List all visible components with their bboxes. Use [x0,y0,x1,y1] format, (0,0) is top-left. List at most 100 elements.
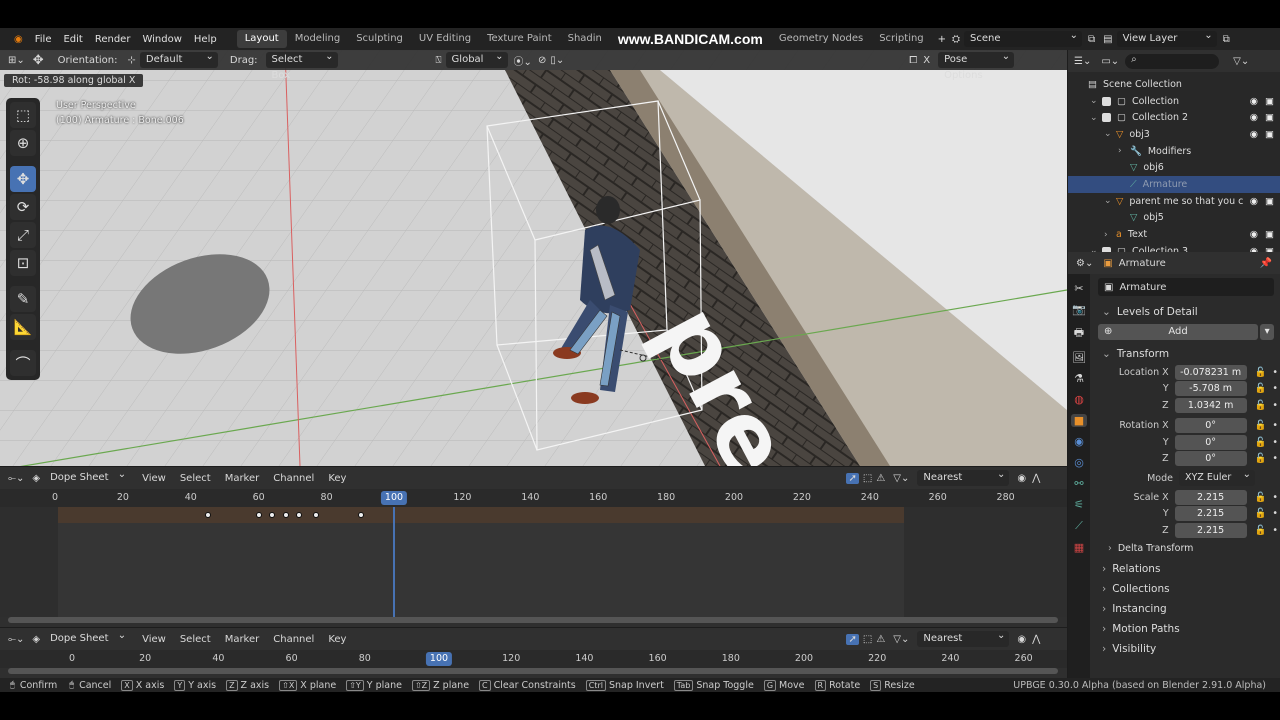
data-tab-icon[interactable]: ⚟ [1074,498,1084,511]
render-tab-icon[interactable]: 📷 [1072,303,1086,316]
lock-icon[interactable]: 🔓 [1255,437,1267,448]
rotation-z-field[interactable]: 0° [1174,451,1247,467]
ds2-only-selected-icon[interactable]: ➚ [846,633,859,645]
scale-x-field[interactable]: 2.215 [1174,489,1247,505]
move-tool-icon[interactable]: ✥ [10,166,36,192]
ds1-menu-select[interactable]: Select [180,473,211,484]
visibility-eye-icon[interactable]: ◉ [1250,196,1258,207]
dopesheet2-scrollbar[interactable] [8,668,1058,674]
ds2-menu-key[interactable]: Key [328,634,346,645]
expand-arrow-icon[interactable]: ⌄ [1090,96,1102,106]
keyframe-dot-icon[interactable]: • [1272,508,1278,519]
lock-icon[interactable]: 🔓 [1255,492,1267,503]
dopesheet2-ruler[interactable]: 020406080100120140160180200220240260100 [0,650,1067,668]
roll-tool-icon[interactable]: ⌒ [10,350,36,376]
expand-arrow-icon[interactable]: ⌄ [1104,129,1116,139]
tab-scripting[interactable]: Scripting [871,30,931,48]
outliner-row[interactable]: ▽ obj5 [1068,210,1280,227]
measure-tool-icon[interactable]: 📐 [10,314,36,340]
new-view-layer-icon[interactable]: ⧉ [1223,34,1230,45]
scale-z-field[interactable]: 2.215 [1174,522,1247,538]
keyframe-dot-icon[interactable]: • [1272,400,1278,411]
keyframe-marker[interactable] [255,512,262,518]
transform-tool-icon[interactable]: ⊡ [10,250,36,276]
ds1-only-selected-icon[interactable]: ➚ [846,472,859,484]
outliner-row[interactable]: ⌄ ▢ Collection 2 ◉ ▣ [1068,109,1280,126]
ds1-hidden-icon[interactable]: ⬚ [863,473,872,484]
bone-tab-icon[interactable]: ⟋ [1075,519,1083,533]
menu-help[interactable]: Help [188,34,223,45]
display-mode-icon[interactable]: ▭⌄ [1101,56,1119,67]
keyframe-dot-icon[interactable]: • [1272,367,1278,378]
tab-sculpting[interactable]: Sculpting [348,30,411,48]
keyframe-marker[interactable] [357,512,364,518]
rotate-tool-icon[interactable]: ⟳ [10,194,36,220]
render-camera-icon[interactable]: ▣ [1265,196,1274,207]
render-camera-icon[interactable]: ▣ [1265,229,1274,240]
ds2-snap-dropdown[interactable]: Nearest Frame [917,628,1010,660]
outliner-row[interactable]: ⌄ ▽ obj3 ◉ ▣ [1068,126,1280,143]
physics-tab-icon[interactable]: ◎ [1074,456,1084,469]
dopesheet1-mode-dropdown[interactable]: Dope Sheet [44,467,131,486]
dopesheet1-scrollbar[interactable] [8,617,1058,623]
snap-options-icon[interactable]: ▯⌄ [550,55,564,66]
visibility-eye-icon[interactable]: ◉ [1250,129,1258,140]
blender-logo-icon[interactable]: ◉ [8,34,29,45]
lod-add-button[interactable]: ⊕ Add [1098,324,1259,340]
section-header[interactable]: Visibility [1092,639,1278,659]
keyframe-marker[interactable] [204,512,211,518]
xray-icon[interactable]: ⧠ [909,55,917,66]
ds2-menu-view[interactable]: View [142,634,166,645]
dopesheet2-editor-icon[interactable]: ⟜⌄ [8,634,24,645]
tab-layout[interactable]: Layout [236,30,287,48]
rotation-y-field[interactable]: 0° [1174,434,1247,450]
lock-icon[interactable]: 🔓 [1255,400,1267,411]
outliner-row[interactable]: › 🔧 Modifiers [1068,143,1280,160]
delta-transform-header[interactable]: Delta Transform [1092,539,1278,559]
constraints-tab-icon[interactable]: ⚯ [1074,477,1083,490]
annotate-tool-icon[interactable]: ✎ [10,286,36,312]
keyframe-dot-icon[interactable]: • [1272,453,1278,464]
lod-menu-button[interactable]: ▾ [1260,324,1274,340]
view-layer-selector[interactable]: View Layer [1116,28,1217,47]
section-header[interactable]: Motion Paths [1092,619,1278,639]
ds1-snap-dropdown[interactable]: Nearest Frame [917,467,1010,499]
collection-checkbox[interactable] [1102,113,1111,123]
keyframe-dot-icon[interactable]: • [1272,383,1278,394]
lock-icon[interactable]: 🔓 [1255,367,1267,378]
menu-render[interactable]: Render [89,34,137,45]
texture-tab-icon[interactable]: ▦ [1074,541,1084,554]
select-box-tool-icon[interactable]: ⬚ [10,102,36,128]
ds1-falloff-icon[interactable]: ⋀ [1032,473,1040,484]
output-tab-icon[interactable]: 🖶 [1074,324,1084,343]
visibility-eye-icon[interactable]: ◉ [1250,112,1258,123]
pose-options-dropdown[interactable]: Pose Options [938,50,1015,81]
expand-arrow-icon[interactable]: › [1118,146,1130,156]
tab-modeling[interactable]: Modeling [287,30,349,48]
visibility-eye-icon[interactable]: ◉ [1250,96,1258,107]
outliner-search-input[interactable]: ⌕ [1125,53,1220,69]
ds1-proportional-icon[interactable]: ◉ [1017,473,1026,484]
outliner-row[interactable]: › a Text ◉ ▣ [1068,226,1280,243]
dopesheet1-editor-icon[interactable]: ⟜⌄ [8,473,24,484]
view-layer-icon[interactable]: ▤ [1103,34,1112,45]
editor-type-icon[interactable]: ⊞⌄ [8,55,25,66]
outliner-row[interactable]: ▤ Scene Collection [1068,76,1280,93]
location-x-field[interactable]: -0.078231 m [1174,364,1247,380]
tab-shading[interactable]: Shadin [560,30,610,48]
snap-icon[interactable]: ⊘ [538,55,546,66]
datablock-field[interactable]: ▣ Armature [1098,278,1274,296]
transform-orientation-dropdown[interactable]: Global [445,50,508,68]
cursor-tool-icon[interactable]: ⊕ [10,130,36,156]
lock-icon[interactable]: 🔓 [1255,420,1267,431]
tab-geometry-nodes[interactable]: Geometry Nodes [771,30,871,48]
object-tab-icon[interactable]: ■ [1070,414,1088,427]
scene-icon[interactable]: ⛭ [952,34,960,45]
ds2-proportional-icon[interactable]: ◉ [1017,634,1026,645]
scene-selector[interactable]: Scene [964,28,1082,47]
lock-icon[interactable]: 🔓 [1255,453,1267,464]
tool-tab-icon[interactable]: ✂ [1074,282,1083,295]
scene-tab-icon[interactable]: ⚗ [1074,372,1084,385]
transform-gizmo-icon[interactable]: ✥ [33,53,44,68]
keyframe-dot-icon[interactable]: • [1272,525,1278,536]
